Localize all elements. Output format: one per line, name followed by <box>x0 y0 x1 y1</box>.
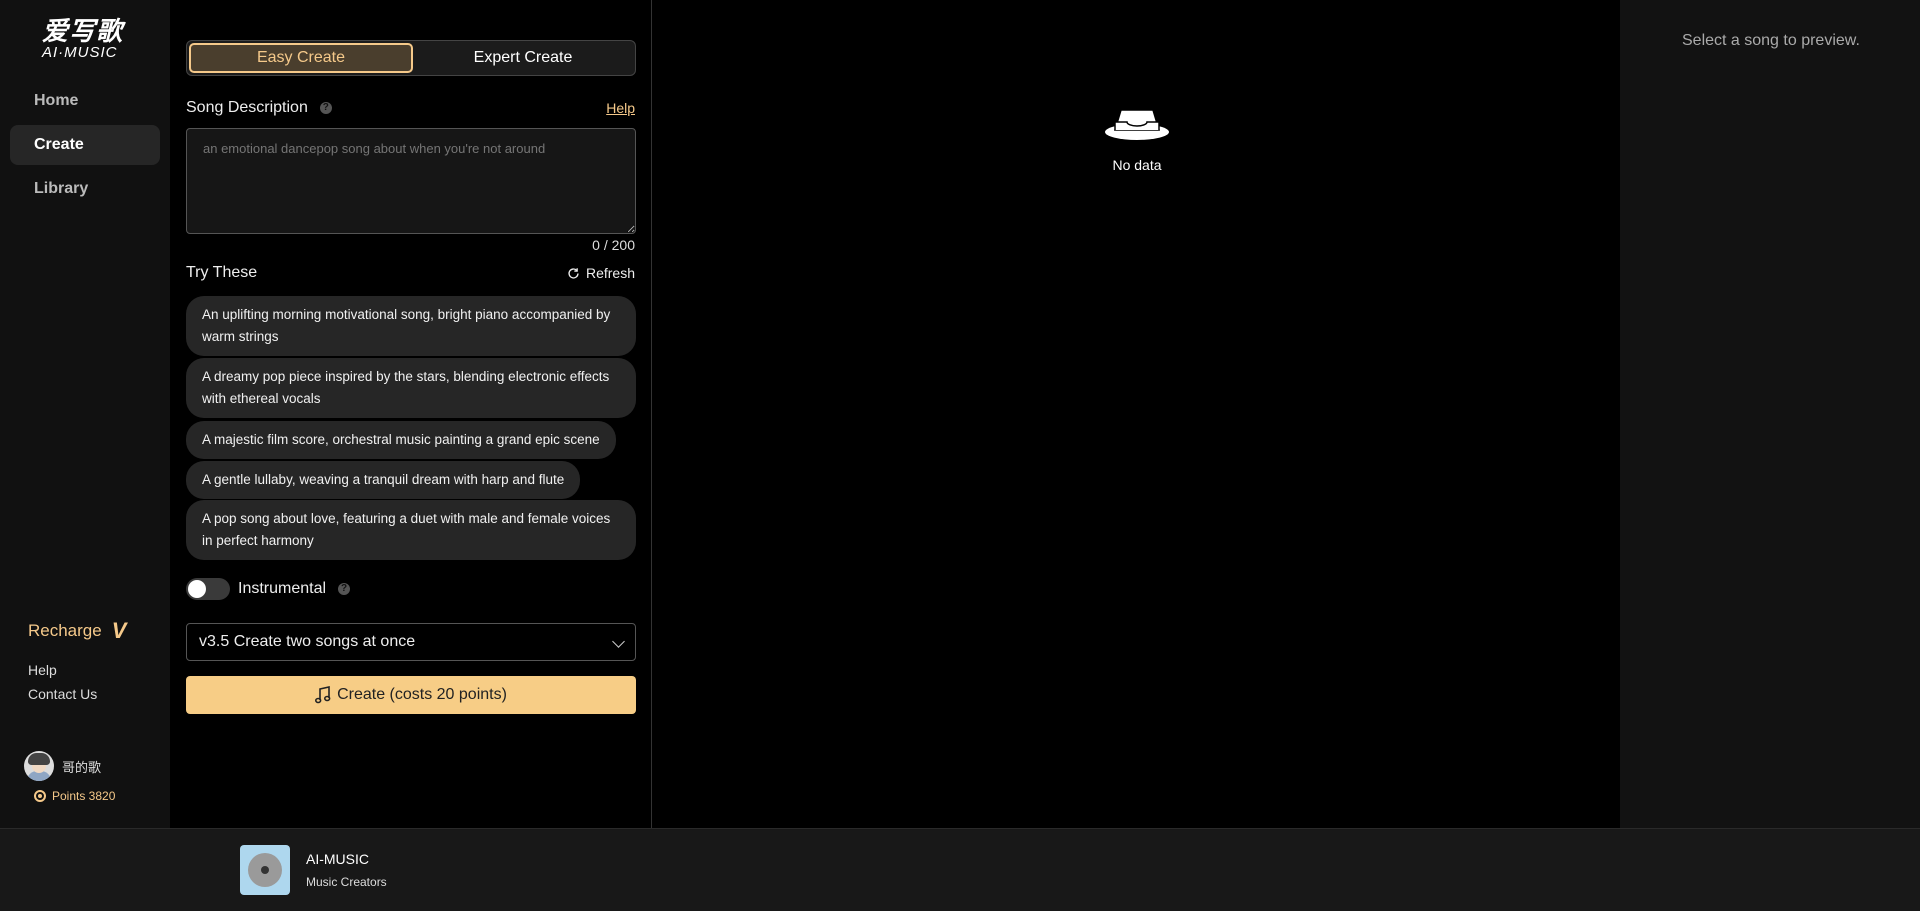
song-description-label: Song Description? <box>186 99 332 117</box>
create-button-label: Create (costs 20 points) <box>337 686 507 703</box>
vip-icon: V <box>111 618 127 643</box>
empty-state: No data <box>1105 98 1169 173</box>
mode-switch: Easy Create Expert Create <box>186 40 636 76</box>
suggestion-chip[interactable]: An uplifting morning motivational song, … <box>186 296 636 356</box>
suggestion-chip[interactable]: A majestic film score, orchestral music … <box>186 421 616 459</box>
suggestion-chip[interactable]: A gentle lullaby, weaving a tranquil dre… <box>186 461 581 499</box>
preview-placeholder: Select a song to preview. <box>1682 32 1860 49</box>
user-profile[interactable]: 哥的歌 <box>24 751 101 781</box>
logo-cn: 爱写歌 <box>42 17 124 47</box>
refresh-icon <box>568 267 579 279</box>
track-artist: Music Creators <box>306 875 387 889</box>
logo[interactable]: 爱写歌 AI·MUSIC <box>42 18 132 61</box>
preview-panel: Select a song to preview. <box>1620 0 1920 828</box>
sidebar: 爱写歌 AI·MUSIC Home Create Library Recharg… <box>0 0 170 828</box>
help-link[interactable]: Help <box>28 662 57 678</box>
question-icon[interactable]: ? <box>338 582 351 595</box>
points-label: Points 3820 <box>52 789 116 803</box>
create-panel: Easy Create Expert Create Song Descripti… <box>170 0 652 828</box>
song-list-area: No data <box>653 0 1620 828</box>
player-bar: AI-MUSIC Music Creators <box>0 828 1920 911</box>
description-help-link[interactable]: Help <box>606 100 635 116</box>
empty-text: No data <box>1112 157 1162 173</box>
username: 哥的歌 <box>62 759 102 775</box>
suggestion-chip[interactable]: A pop song about love, featuring a duet … <box>186 500 636 560</box>
chevron-down-icon <box>612 635 625 648</box>
refresh-label: Refresh <box>585 265 635 281</box>
album-cover[interactable] <box>240 845 290 895</box>
character-counter: 0 / 200 <box>592 237 635 253</box>
sidebar-item-create[interactable]: Create <box>10 125 160 165</box>
disc-icon <box>248 853 282 887</box>
create-button[interactable]: Create (costs 20 points) <box>186 676 636 714</box>
try-these-label: Try These <box>186 264 258 281</box>
tab-expert-create[interactable]: Expert Create <box>413 43 633 73</box>
sidebar-item-home[interactable]: Home <box>10 81 160 121</box>
sidebar-item-library[interactable]: Library <box>10 169 160 209</box>
track-title: AI-MUSIC <box>306 851 369 867</box>
recharge-button[interactable]: Recharge V <box>28 618 126 644</box>
instrumental-label: Instrumental? <box>238 580 351 598</box>
points-display: Points 3820 <box>34 789 115 803</box>
toggle-knob <box>188 580 206 598</box>
model-select-value: v3.5 Create two songs at once <box>199 633 416 650</box>
empty-inbox-icon <box>1105 109 1169 140</box>
instrumental-toggle[interactable] <box>186 578 230 600</box>
music-note-icon <box>315 686 331 704</box>
avatar <box>24 751 54 781</box>
contact-us-link[interactable]: Contact Us <box>28 686 97 702</box>
model-select[interactable]: v3.5 Create two songs at once <box>186 623 636 661</box>
refresh-button[interactable]: Refresh <box>567 265 635 281</box>
suggestion-chip[interactable]: A dreamy pop piece inspired by the stars… <box>186 358 636 418</box>
song-description-input[interactable] <box>186 128 636 234</box>
tab-easy-create[interactable]: Easy Create <box>189 43 413 73</box>
recharge-label: Recharge <box>28 621 102 640</box>
question-icon[interactable]: ? <box>319 101 332 114</box>
coin-icon <box>34 790 46 802</box>
